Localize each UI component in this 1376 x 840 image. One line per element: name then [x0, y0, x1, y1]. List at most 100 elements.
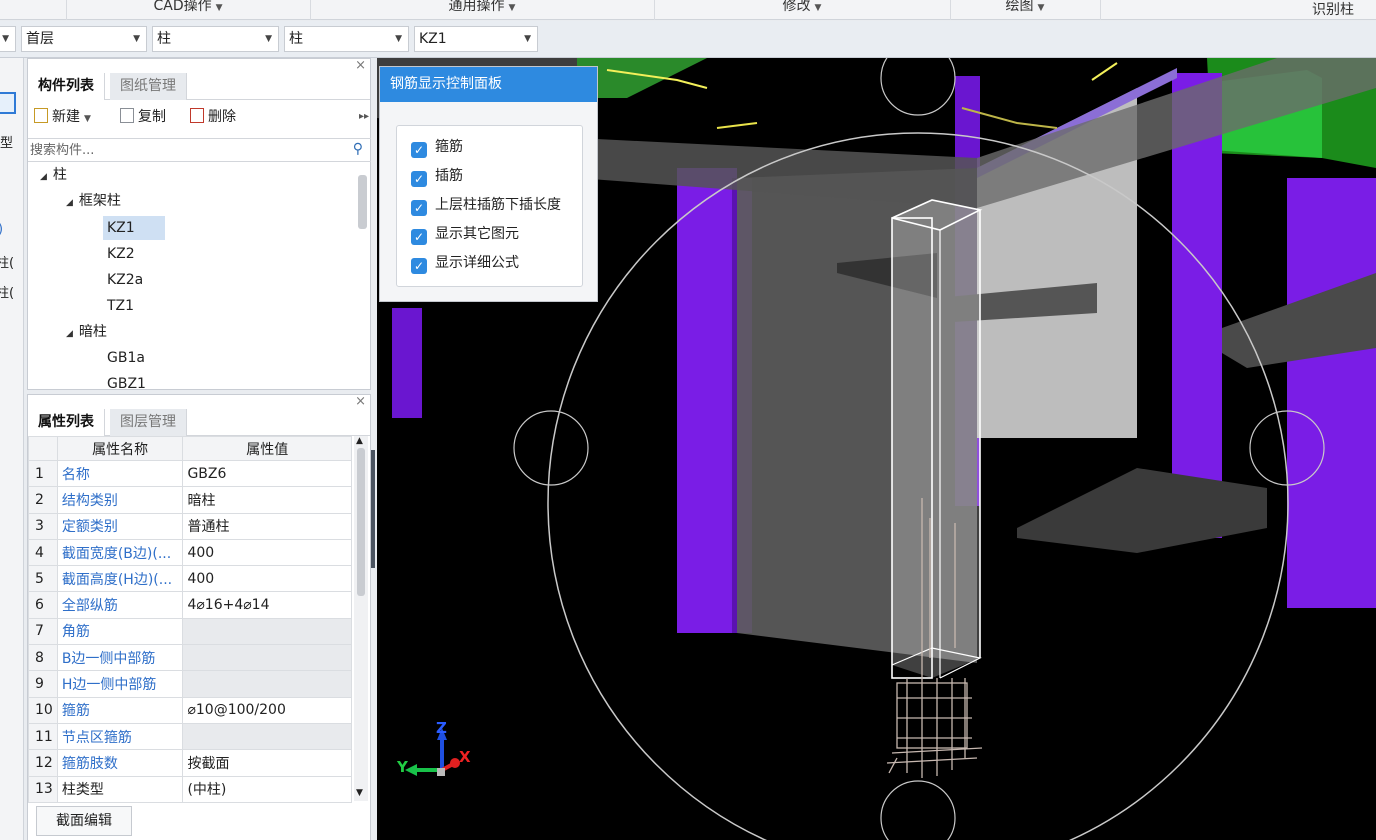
close-icon[interactable]: × [355, 394, 366, 409]
menu-cad-ops[interactable]: CAD操作 ▼ [66, 0, 310, 16]
selected-column[interactable] [892, 200, 980, 678]
table-row[interactable]: 4 截面宽度(B边)(... 400 [28, 538, 352, 567]
orbit-handle-top[interactable] [880, 58, 956, 116]
property-value[interactable]: 400 [182, 565, 352, 593]
checkbox-show-detailed-formula[interactable]: ✓ 显示详细公式 [411, 252, 519, 274]
tree-item-kz1[interactable]: KZ1 [103, 216, 165, 240]
tab-drawing-management[interactable]: 图纸管理 [110, 73, 187, 100]
tree-item-kz2a[interactable]: KZ2a [107, 268, 143, 292]
property-value[interactable]: 按截面 [182, 749, 352, 777]
copy-button[interactable]: 复制 [120, 106, 166, 128]
expand-triangle-icon[interactable]: ◢ [40, 172, 47, 182]
table-row[interactable]: 5 截面高度(H边)(... 400 [28, 565, 352, 593]
chevron-down-icon: ▼ [395, 34, 402, 44]
tree-group-node[interactable]: ◢ 暗柱 [66, 320, 107, 344]
checkbox-show-other-elements[interactable]: ✓ 显示其它图元 [411, 223, 519, 245]
property-value[interactable]: 暗柱 [182, 486, 352, 514]
table-row[interactable]: 12 箍筋肢数 按截面 [28, 749, 352, 777]
floor-select[interactable]: 首层 ▼ [21, 26, 147, 52]
overflow-chevron-icon[interactable]: ▸▸ [359, 106, 369, 128]
property-value[interactable]: 普通柱 [182, 512, 352, 540]
menu-draw[interactable]: 绘图 ▼ [950, 0, 1100, 16]
tree-scrollbar[interactable] [358, 175, 367, 229]
component-search-input[interactable] [28, 139, 328, 161]
tree-item-kz2[interactable]: KZ2 [107, 242, 135, 266]
component-select[interactable]: KZ1 ▼ [414, 26, 538, 52]
section-edit-button[interactable]: 截面编辑 [36, 806, 132, 836]
menu-modify[interactable]: 修改 ▼ [654, 0, 950, 16]
table-row[interactable]: 13 柱类型 (中柱) [28, 775, 352, 803]
chevron-down-icon: ▼ [265, 34, 272, 44]
table-row[interactable]: 8 B边一侧中部筋 [28, 644, 352, 672]
menu-identify-column[interactable]: 识别柱 [1290, 0, 1376, 20]
checkbox-checked-icon[interactable]: ✓ [411, 258, 427, 274]
tree-item-tz1[interactable]: TZ1 [107, 294, 134, 318]
subtype-select[interactable]: 柱 ▼ [284, 26, 409, 52]
component-toolbar: 新建 ▼ 复制 删除 ▸▸ [28, 104, 370, 130]
table-row[interactable]: 1 名称 GBZ6 [28, 459, 352, 488]
menu-separator [1100, 0, 1101, 20]
property-value[interactable] [182, 617, 352, 646]
nav-label[interactable]: 柱( [0, 282, 14, 301]
chevron-down-icon: ▼ [1037, 3, 1045, 13]
nav-label[interactable]: 柱( [0, 252, 14, 271]
menu-label: 识别柱 [1312, 2, 1354, 18]
workspace-dropdown[interactable]: ▼ [0, 26, 16, 52]
row-number: 10 [28, 696, 58, 724]
tab-layer-management[interactable]: 图层管理 [110, 409, 187, 436]
nav-label[interactable]: ) [0, 222, 3, 237]
scroll-down-icon[interactable]: ▼ [356, 788, 363, 798]
orbit-handle-bottom[interactable] [880, 780, 956, 840]
property-value[interactable]: 4⌀16+4⌀14 [182, 591, 352, 619]
tab-component-list[interactable]: 构件列表 [28, 73, 105, 100]
checkbox-dowel[interactable]: ✓ 插筋 [411, 165, 463, 187]
property-value[interactable]: 400 [182, 538, 352, 567]
menu-common-ops[interactable]: 通用操作 ▼ [310, 0, 654, 16]
expand-triangle-icon[interactable]: ◢ [66, 329, 73, 339]
table-row[interactable]: 11 节点区箍筋 [28, 722, 352, 751]
checkbox-checked-icon[interactable]: ✓ [411, 171, 427, 187]
tree-group-node[interactable]: ◢ 框架柱 [66, 189, 121, 213]
axis-x-label: X [459, 748, 471, 766]
layout-icon[interactable] [0, 92, 16, 114]
checkbox-upper-dowel-length[interactable]: ✓ 上层柱插筋下插长度 [411, 194, 561, 216]
checkbox-checked-icon[interactable]: ✓ [411, 200, 427, 216]
property-scrollbar[interactable]: ▲ ▼ [354, 436, 368, 801]
property-value[interactable] [182, 644, 352, 672]
expand-triangle-icon[interactable]: ◢ [66, 198, 73, 208]
tab-property-list[interactable]: 属性列表 [28, 409, 105, 436]
property-value[interactable]: GBZ6 [182, 459, 352, 488]
orbit-handle-left[interactable] [513, 410, 589, 486]
tree-item-gb1a[interactable]: GB1a [107, 346, 145, 370]
property-value[interactable]: ⌀10@100/200 [182, 696, 352, 724]
new-button[interactable]: 新建 ▼ [34, 106, 91, 128]
scroll-up-icon[interactable]: ▲ [356, 436, 363, 446]
category-select[interactable]: 柱 ▼ [152, 26, 279, 52]
tree-item-gbz1[interactable]: GBZ1 [107, 372, 146, 389]
checkbox-stirrup[interactable]: ✓ 箍筋 [411, 136, 463, 158]
delete-button[interactable]: 删除 [190, 106, 236, 128]
checkbox-checked-icon[interactable]: ✓ [411, 229, 427, 245]
dark-slab [1017, 468, 1267, 553]
table-row[interactable]: 10 箍筋 ⌀10@100/200 [28, 696, 352, 724]
table-row[interactable]: 7 角筋 [28, 617, 352, 646]
close-icon[interactable]: × [355, 58, 366, 73]
property-list-panel: × 属性列表 图层管理 属性名称 属性值 1 名称 GBZ6 2 结构类别 暗柱 3 定额类别… [27, 394, 371, 840]
purple-column [1287, 178, 1376, 608]
splitter-grip[interactable] [371, 450, 375, 568]
row-number: 8 [28, 644, 58, 672]
tree-root-node[interactable]: ◢ 柱 [40, 163, 67, 187]
property-value[interactable] [182, 722, 352, 751]
property-value[interactable] [182, 670, 352, 698]
search-icon[interactable]: ⚲ [353, 141, 363, 157]
table-row[interactable]: 9 H边一侧中部筋 [28, 670, 352, 698]
table-row[interactable]: 3 定额类别 普通柱 [28, 512, 352, 540]
scroll-thumb[interactable] [357, 448, 365, 596]
table-row[interactable]: 6 全部纵筋 4⌀16+4⌀14 [28, 591, 352, 619]
table-row[interactable]: 2 结构类别 暗柱 [28, 486, 352, 514]
property-value[interactable]: (中柱) [182, 775, 352, 803]
nav-label[interactable]: 型 [0, 132, 13, 151]
checkbox-checked-icon[interactable]: ✓ [411, 142, 427, 158]
property-name: 名称 [56, 459, 184, 488]
checkbox-label: 显示详细公式 [435, 255, 519, 271]
